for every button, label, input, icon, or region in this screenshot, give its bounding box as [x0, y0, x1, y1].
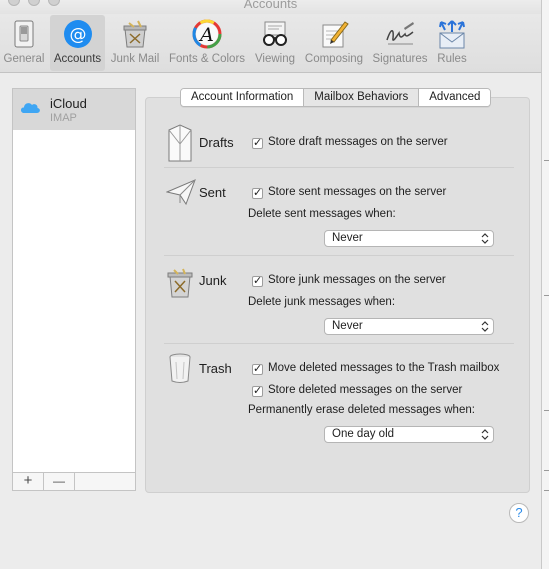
toolbar-rules[interactable]: Rules [434, 15, 470, 71]
erase-deleted-select[interactable]: One day old [324, 426, 494, 443]
store-deleted-checkbox[interactable] [252, 384, 263, 397]
remove-account-button[interactable]: — [44, 473, 75, 490]
window-title: Accounts [243, 0, 298, 11]
toolbar-junk-mail-label: Junk Mail [110, 53, 160, 65]
section-divider [164, 167, 514, 168]
trash-icon [169, 353, 191, 383]
account-list-controls: + — [12, 472, 136, 491]
toolbar-accounts-label: Accounts [53, 53, 102, 65]
delete-sent-label: Delete sent messages when: [248, 208, 396, 220]
updown-chevron-icon [481, 321, 489, 332]
toolbar-composing-label: Composing [304, 53, 364, 65]
move-to-trash-label: Move deleted messages to the Trash mailb… [268, 362, 500, 374]
toolbar-general-label: General [3, 53, 45, 65]
toolbar-composing[interactable]: Composing [302, 15, 366, 71]
toolbar-fonts-colors-label: Fonts & Colors [168, 53, 246, 65]
junk-label: Junk [199, 273, 227, 288]
delete-junk-value: Never [332, 320, 363, 332]
account-name: iCloud [50, 96, 87, 111]
store-drafts-label: Store draft messages on the server [268, 136, 448, 148]
background-mark [544, 470, 549, 471]
tab-advanced[interactable]: Advanced [419, 89, 491, 106]
account-row-icloud[interactable]: iCloud IMAP [13, 89, 135, 130]
font-palette-icon: A [192, 19, 222, 49]
drafts-icon [168, 124, 192, 162]
toolbar-rules-label: Rules [437, 53, 467, 65]
background-mark [544, 295, 549, 296]
tab-account-information[interactable]: Account Information [181, 89, 305, 106]
drafts-label: Drafts [199, 135, 234, 150]
background-mark [544, 160, 549, 161]
sent-icon [166, 179, 196, 206]
junk-icon [167, 268, 193, 298]
toolbar-viewing[interactable]: Viewing [251, 15, 299, 71]
help-button[interactable]: ? [509, 503, 529, 523]
at-sign-icon: @ [63, 20, 92, 48]
svg-text:@: @ [69, 25, 86, 45]
store-junk-checkbox[interactable] [252, 274, 263, 287]
signature-icon [386, 22, 414, 45]
updown-chevron-icon [481, 429, 489, 440]
move-to-trash-checkbox[interactable] [252, 362, 263, 375]
rules-envelope-icon [439, 20, 465, 49]
erase-deleted-label: Permanently erase deleted messages when: [248, 404, 475, 416]
section-divider [164, 255, 514, 256]
delete-sent-value: Never [332, 232, 363, 244]
pencil-paper-icon [322, 21, 349, 48]
add-account-button[interactable]: + [13, 473, 44, 490]
store-junk-label: Store junk messages on the server [268, 274, 446, 286]
toolbar-fonts-colors[interactable]: A Fonts & Colors [166, 15, 248, 71]
toolbar-viewing-label: Viewing [254, 53, 296, 65]
switch-icon [14, 20, 34, 48]
store-drafts-checkbox[interactable] [252, 136, 263, 149]
updown-chevron-icon [481, 233, 489, 244]
account-type: IMAP [50, 112, 77, 124]
preferences-toolbar: General @ Accounts Junk Mail A Fonts & C… [0, 14, 541, 73]
delete-junk-label: Delete junk messages when: [248, 296, 396, 308]
toolbar-general[interactable]: General [2, 15, 46, 71]
store-sent-label: Store sent messages on the server [268, 186, 447, 198]
icloud-icon [21, 103, 40, 113]
store-deleted-label: Store deleted messages on the server [268, 384, 463, 396]
toolbar-accounts[interactable]: @ Accounts [50, 15, 105, 71]
tab-mailbox-behaviors[interactable]: Mailbox Behaviors [304, 89, 420, 106]
toolbar-signatures[interactable]: Signatures [369, 15, 431, 71]
erase-deleted-value: One day old [332, 428, 395, 440]
sent-label: Sent [199, 185, 226, 200]
store-sent-checkbox[interactable] [252, 186, 263, 199]
svg-text:A: A [198, 24, 214, 46]
tab-bar: Account Information Mailbox Behaviors Ad… [180, 88, 492, 107]
background-window-edge [542, 0, 549, 569]
section-divider [164, 343, 514, 344]
delete-sent-select[interactable]: Never [324, 230, 494, 247]
trash-label: Trash [199, 361, 232, 376]
title-bar: Accounts [0, 0, 541, 14]
junk-bin-icon [123, 20, 147, 48]
account-list[interactable]: iCloud IMAP [12, 88, 136, 473]
background-mark [544, 490, 549, 491]
glasses-icon [263, 21, 287, 46]
preferences-window: Accounts General @ Accounts Junk Mail A … [0, 0, 542, 569]
background-mark [544, 410, 549, 411]
delete-junk-select[interactable]: Never [324, 318, 494, 335]
toolbar-junk-mail[interactable]: Junk Mail [108, 15, 162, 71]
toolbar-signatures-label: Signatures [372, 53, 428, 65]
